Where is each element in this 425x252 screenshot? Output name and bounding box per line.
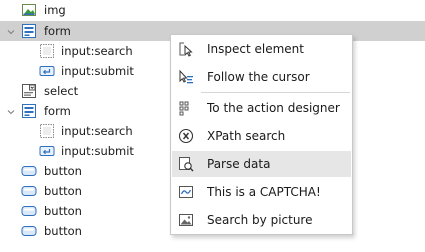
tree-row-label: input:submit [61,64,134,78]
parse-data-icon [178,156,194,172]
picture-search-icon [178,212,194,228]
chevron-down-icon[interactable] [6,26,16,36]
tree-row-label: form [44,24,71,38]
menu-item-action-designer[interactable]: To the action designer [172,95,351,121]
menu-item-follow-cursor[interactable]: Follow the cursor [172,64,351,90]
menu-item-captcha[interactable]: This is a CAPTCHA! [172,179,351,205]
xpath-icon [178,128,194,144]
form-element-icon [21,103,37,119]
action-designer-icon [178,100,194,116]
captcha-icon [178,184,194,200]
inspect-cursor-icon [178,41,194,57]
image-element-icon [21,2,37,18]
input-submit-icon [39,143,55,159]
tree-row-label: select [44,84,79,98]
button-element-icon [21,183,37,199]
menu-item-label: To the action designer [207,101,340,115]
button-element-icon [21,203,37,219]
menu-item-inspect-element[interactable]: Inspect element [172,36,351,62]
menu-item-parse-data[interactable]: Parse data [172,151,351,177]
input-search-icon [39,43,55,59]
button-element-icon [21,223,37,239]
menu-item-search-by-picture[interactable]: Search by picture [172,207,351,233]
tree-row-label: button [44,184,82,198]
input-search-icon [39,123,55,139]
tree-row-label: button [44,204,82,218]
tree-row-label: img [44,3,66,17]
menu-item-label: This is a CAPTCHA! [207,185,321,199]
context-menu: Inspect element Follow the cursor To the… [170,34,353,235]
menu-item-label: Search by picture [207,213,313,227]
menu-item-label: Parse data [207,157,271,171]
tree-row-label: form [44,104,71,118]
tree-row-label: input:search [61,124,133,138]
chevron-down-icon[interactable] [6,106,16,116]
tree-row-label: input:submit [61,144,134,158]
follow-cursor-icon [178,69,194,85]
button-element-icon [21,163,37,179]
menu-item-label: XPath search [207,129,286,143]
tree-row-img[interactable]: img [0,0,425,20]
select-element-icon [21,83,37,99]
menu-item-label: Inspect element [207,42,304,56]
tree-row-label: button [44,224,82,238]
input-submit-icon [39,63,55,79]
form-element-icon [21,23,37,39]
tree-row-label: button [44,164,82,178]
menu-item-label: Follow the cursor [207,70,310,84]
menu-separator [201,92,350,93]
tree-row-label: input:search [61,44,133,58]
menu-item-xpath-search[interactable]: XPath search [172,123,351,149]
